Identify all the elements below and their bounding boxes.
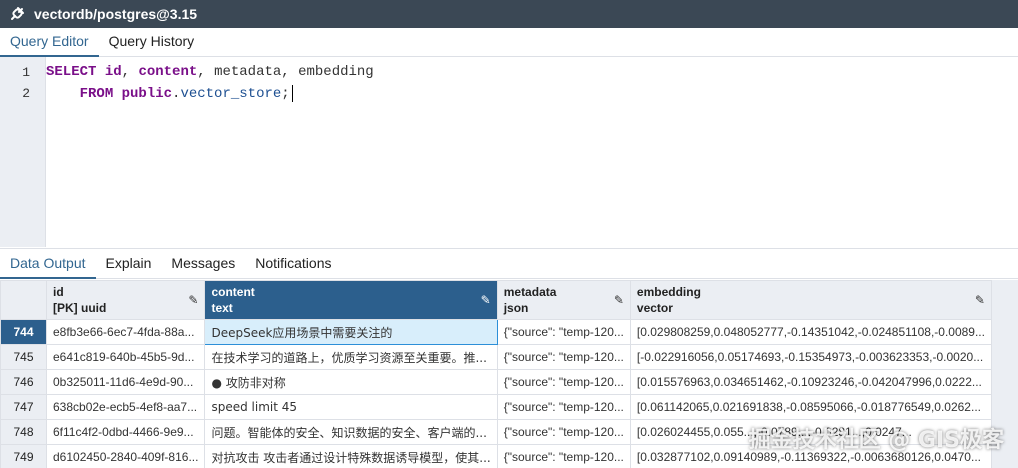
keyword-from: FROM	[79, 86, 114, 103]
column-header-content[interactable]: content text ✎	[204, 280, 498, 320]
line-number: 1	[22, 65, 30, 80]
plug-icon	[0, 0, 34, 28]
semicolon: ;	[281, 86, 290, 103]
table-name: vector_store	[180, 86, 282, 103]
cell-embedding[interactable]: [0.015576963,0.034651462,-0.10923246,-0.…	[629, 369, 992, 395]
code-line-1: SELECT id, content, metadata, embedding	[46, 64, 374, 80]
pencil-icon[interactable]: ✎	[975, 293, 985, 307]
cell-embedding[interactable]: [0.061142065,0.021691838,-0.08595066,-0.…	[629, 394, 992, 420]
cell-id[interactable]: e8fb3e66-6ec7-4fda-88a...	[45, 319, 206, 345]
keyword-select: SELECT	[46, 64, 97, 80]
grid-corner[interactable]	[0, 280, 47, 320]
row-number[interactable]: 744	[0, 319, 47, 345]
column-name: id	[53, 285, 64, 299]
column-header-id[interactable]: id [PK] uuid ✎	[45, 280, 206, 320]
title-bar: vectordb/postgres@3.15	[0, 0, 1018, 28]
cell-metadata[interactable]: {"source": "temp-120...	[496, 419, 631, 445]
column-type: text	[211, 301, 233, 315]
column-content: content	[138, 64, 198, 80]
cell-id[interactable]: e641c819-640b-45b5-9d...	[45, 344, 206, 370]
line-number: 2	[22, 86, 30, 101]
cell-content[interactable]: speed limit 45	[204, 394, 498, 420]
cell-id[interactable]: 0b325011-11d6-4e9d-90...	[45, 369, 206, 395]
cell-metadata[interactable]: {"source": "temp-120...	[496, 394, 631, 420]
column-list-rest: , metadata, embedding	[197, 64, 374, 80]
row-number[interactable]: 748	[0, 419, 47, 445]
code-line-2: FROM public.vector_store;	[46, 85, 293, 102]
table-row[interactable]: 747 638cb02e-ecb5-4ef8-aa7... speed limi…	[0, 394, 992, 420]
row-number[interactable]: 749	[0, 444, 47, 468]
row-number[interactable]: 747	[0, 394, 47, 420]
tab-data-output[interactable]: Data Output	[0, 249, 96, 279]
cell-metadata[interactable]: {"source": "temp-120...	[496, 344, 631, 370]
column-name: embedding	[636, 285, 701, 299]
column-header-metadata[interactable]: metadata json ✎	[496, 280, 631, 320]
watermark: 掘金技术社区 @ GIS极客	[748, 428, 1004, 453]
schema-name: public	[121, 86, 173, 103]
output-tab-bar: Data Output Explain Messages Notificatio…	[0, 248, 1018, 279]
table-row[interactable]: 744 e8fb3e66-6ec7-4fda-88a... DeepSeek应用…	[0, 319, 992, 345]
cell-metadata[interactable]: {"source": "temp-120...	[496, 369, 631, 395]
cell-content[interactable]: 在技术学习的道路上，优质学习资源至关重要。推...	[204, 344, 498, 370]
column-id: id	[104, 64, 122, 80]
row-number[interactable]: 745	[0, 344, 47, 370]
cell-embedding[interactable]: [-0.022916056,0.05174693,-0.15354973,-0.…	[629, 344, 992, 370]
cell-embedding[interactable]: [0.029808259,0.048052777,-0.14351042,-0.…	[629, 319, 992, 345]
window-title: vectordb/postgres@3.15	[34, 6, 198, 22]
table-row[interactable]: 746 0b325011-11d6-4e9d-90... ● 攻防非对称 {"s…	[0, 369, 992, 395]
tab-query-history[interactable]: Query History	[99, 28, 205, 57]
sql-editor[interactable]: 1 2 SELECT id, content, metadata, embedd…	[0, 57, 1018, 247]
tab-notifications[interactable]: Notifications	[245, 249, 341, 279]
cell-id[interactable]: 638cb02e-ecb5-4ef8-aa7...	[45, 394, 206, 420]
cell-id[interactable]: d6102450-2840-409f-816...	[45, 444, 206, 468]
pencil-icon[interactable]: ✎	[481, 293, 491, 307]
row-number[interactable]: 746	[0, 369, 47, 395]
code-area[interactable]: SELECT id, content, metadata, embedding …	[46, 57, 1018, 247]
column-type: [PK] uuid	[53, 301, 107, 315]
tab-messages[interactable]: Messages	[161, 249, 245, 279]
cell-id[interactable]: 6f11c4f2-0dbd-4466-9e9...	[45, 419, 206, 445]
line-number-gutter: 1 2	[0, 57, 46, 247]
column-type: json	[503, 301, 529, 315]
pencil-icon[interactable]: ✎	[614, 293, 624, 307]
editor-tab-bar: Query Editor Query History	[0, 28, 1018, 57]
tab-explain[interactable]: Explain	[96, 249, 162, 279]
cell-content[interactable]: ● 攻防非对称	[204, 369, 498, 395]
column-header-embedding[interactable]: embedding vector ✎	[629, 280, 992, 320]
text-cursor	[291, 85, 293, 102]
comma: ,	[121, 64, 139, 80]
column-name: metadata	[503, 285, 557, 299]
column-type: vector	[636, 301, 673, 315]
tab-query-editor[interactable]: Query Editor	[0, 28, 99, 57]
pencil-icon[interactable]: ✎	[188, 293, 198, 307]
cell-content[interactable]: 问题。智能体的安全、知识数据的安全、客户端的...	[204, 419, 498, 445]
column-name: content	[211, 285, 255, 299]
cell-metadata[interactable]: {"source": "temp-120...	[496, 319, 631, 345]
table-row[interactable]: 745 e641c819-640b-45b5-9d... 在技术学习的道路上，优…	[0, 344, 992, 370]
cell-metadata[interactable]: {"source": "temp-120...	[496, 444, 631, 468]
cell-content[interactable]: 对抗攻击 攻击者通过设计特殊数据诱导模型，使其...	[204, 444, 498, 468]
cell-content[interactable]: DeepSeek应用场景中需要关注的	[204, 319, 498, 345]
